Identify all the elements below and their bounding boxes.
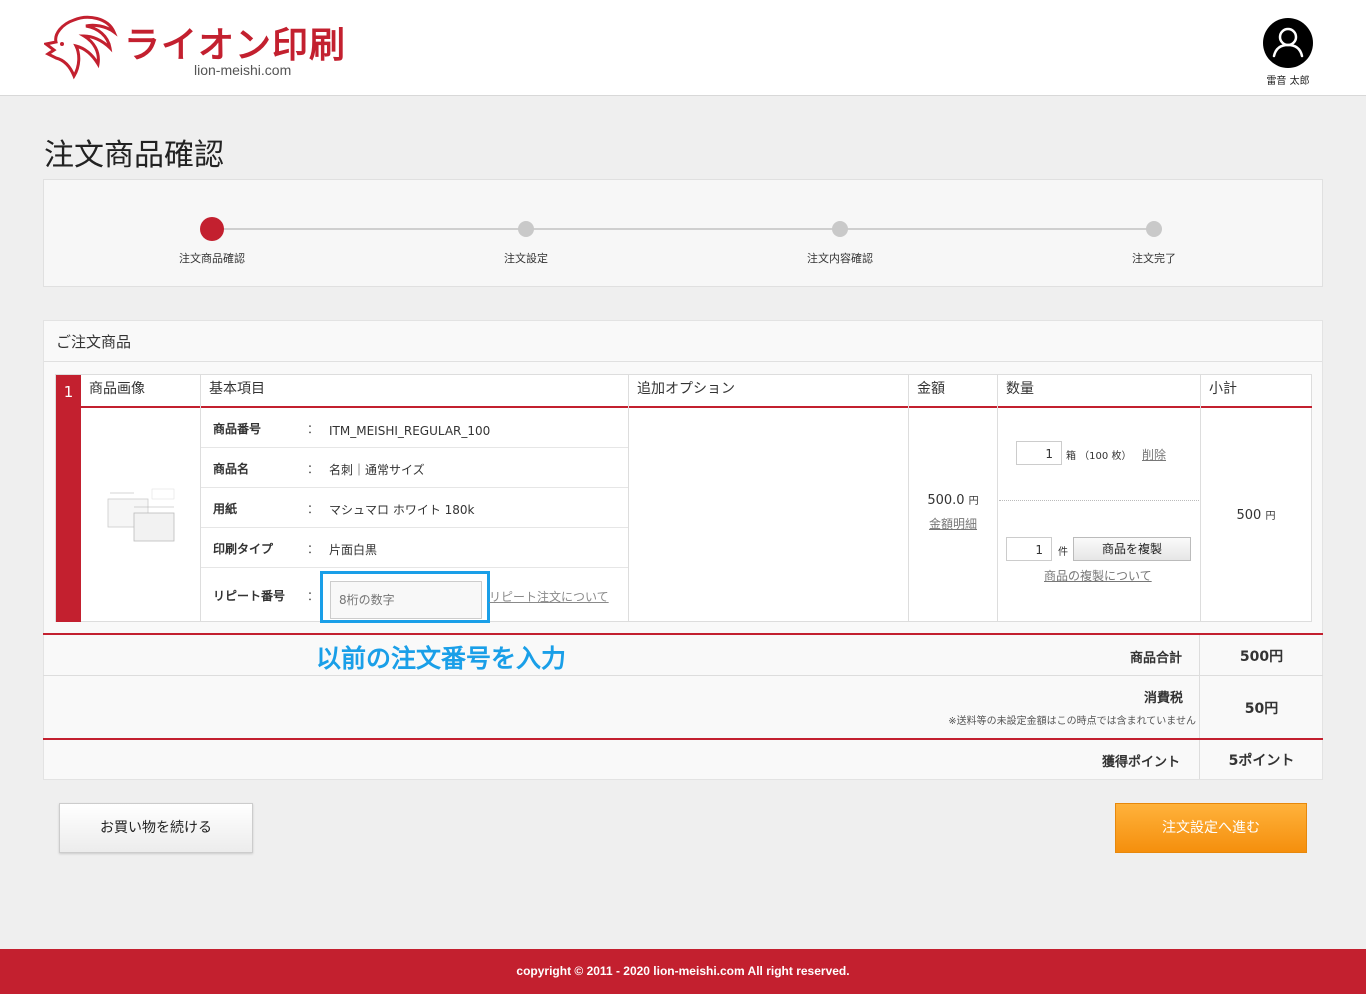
lion-logo-icon <box>44 15 118 80</box>
col-header-price: 金額 <box>917 381 945 397</box>
step-order-review: 注文内容確認 <box>760 180 920 280</box>
attr-row-product-no: 商品番号 ： ITM_MEISHI_REGULAR_100 <box>201 408 628 448</box>
points-label: 獲得ポイント <box>1102 755 1181 770</box>
duplicate-info-link[interactable]: 商品の複製について <box>1044 567 1152 584</box>
order-progress-steps: 注文商品確認 注文設定 注文内容確認 注文完了 <box>43 179 1323 287</box>
step-label: 注文設定 <box>504 252 548 265</box>
product-no-value: ITM_MEISHI_REGULAR_100 <box>329 424 491 438</box>
column-divider <box>1200 375 1201 622</box>
site-logo[interactable]: ライオン印刷 lion-meishi.com <box>44 14 374 84</box>
item-price: 500.0 円 <box>908 492 998 508</box>
user-name: 雷音 太郎 <box>1266 76 1310 87</box>
tax-label: 消費税 <box>1144 691 1184 706</box>
attr-row-print-type: 印刷タイプ ： 片面白黒 <box>201 528 628 568</box>
item-subtotal-unit: 円 <box>1265 511 1276 522</box>
order-item-table: 1 商品画像 基本項目 追加オプション 金額 数量 小計 商品番号 ： ITM_… <box>55 374 1312 623</box>
attr-colon: ： <box>307 589 320 603</box>
attr-label: 商品番号 <box>213 422 262 436</box>
attr-colon: ： <box>307 542 320 556</box>
tax-value: 50円 <box>1244 701 1279 717</box>
logo-text: ライオン印刷 <box>124 25 347 66</box>
attr-colon: ： <box>307 422 320 436</box>
attr-label: 印刷タイプ <box>213 542 274 556</box>
delete-item-link[interactable]: 削除 <box>1142 446 1166 463</box>
repeat-order-info-link[interactable]: リピート注文について <box>489 588 609 605</box>
summary-divider-red <box>43 738 1323 740</box>
user-avatar-icon[interactable] <box>1263 18 1313 68</box>
step-label: 注文商品確認 <box>179 252 245 265</box>
page-title: 注文商品確認 <box>44 138 224 173</box>
attr-label: リピート番号 <box>213 589 286 603</box>
step-label: 注文内容確認 <box>807 252 873 265</box>
logo-domain: lion-meishi.com <box>194 62 292 78</box>
item-price-value: 500.0 <box>927 493 965 508</box>
copy-quantity-unit: 件 <box>1058 547 1068 558</box>
step-cart-confirm: 注文商品確認 <box>132 180 292 280</box>
goods-total-value: 500円 <box>1239 649 1284 665</box>
box-quantity-unit: 箱 （100 枚） <box>1066 451 1132 462</box>
qty-divider <box>999 500 1199 501</box>
col-header-image: 商品画像 <box>89 381 145 397</box>
step-order-complete: 注文完了 <box>1074 180 1234 280</box>
summary-divider <box>43 675 1323 676</box>
goods-total-label: 商品合計 <box>1130 651 1183 666</box>
divider <box>44 361 1322 362</box>
item-price-unit: 円 <box>968 496 979 507</box>
item-subtotal: 500 円 <box>1201 507 1311 523</box>
column-divider <box>628 375 629 622</box>
attr-label: 商品名 <box>213 462 250 476</box>
proceed-order-settings-button[interactable]: 注文設定へ進む <box>1115 803 1307 853</box>
annotation-callout: 以前の注文番号を入力 <box>316 644 567 673</box>
step-order-settings: 注文設定 <box>446 180 606 280</box>
col-header-subtotal: 小計 <box>1209 381 1237 397</box>
step-dot <box>832 221 848 237</box>
attr-row-product-name: 商品名 ： 名刺｜通常サイズ <box>201 448 628 488</box>
duplicate-item-button[interactable]: 商品を複製 <box>1073 537 1191 561</box>
user-menu[interactable]: 雷音 太郎 <box>1258 18 1318 87</box>
progress-line <box>212 228 1155 230</box>
print-type-value: 片面白黒 <box>329 543 378 557</box>
summary-divider-red <box>43 633 1323 635</box>
panel-title: ご注文商品 <box>56 333 132 351</box>
col-header-basic: 基本項目 <box>209 381 265 397</box>
item-subtotal-value: 500 <box>1236 508 1262 523</box>
attr-row-paper: 用紙 ： マシュマロ ホワイト 180k <box>201 488 628 528</box>
paper-value: マシュマロ ホワイト 180k <box>329 503 475 517</box>
attr-colon: ： <box>307 502 320 516</box>
box-quantity-input[interactable]: 1 <box>1016 441 1062 465</box>
step-dot-active <box>200 217 224 241</box>
attr-colon: ： <box>307 462 320 476</box>
order-items-panel: ご注文商品 1 商品画像 基本項目 追加オプション 金額 数量 小計 商品番号 … <box>43 320 1323 780</box>
copy-quantity-input[interactable]: 1 <box>1006 537 1052 561</box>
attr-label: 用紙 <box>213 502 238 516</box>
product-name-value: 名刺｜通常サイズ <box>329 463 425 477</box>
col-header-qty: 数量 <box>1006 381 1034 397</box>
item-index: 1 <box>63 383 74 401</box>
site-header: ライオン印刷 lion-meishi.com 雷音 太郎 <box>0 0 1366 96</box>
tax-note: ※送料等の未設定金額はこの時点では含まれていません <box>948 716 1196 727</box>
item-index-bar: 1 <box>56 375 81 622</box>
step-dot <box>518 221 534 237</box>
points-value: 5ポイント <box>1228 753 1295 769</box>
price-detail-link[interactable]: 金額明細 <box>908 515 998 532</box>
col-header-option: 追加オプション <box>637 381 735 397</box>
step-label: 注文完了 <box>1132 252 1176 265</box>
step-dot <box>1146 221 1162 237</box>
site-footer: copyright © 2011 - 2020 lion-meishi.com … <box>0 949 1366 994</box>
product-thumbnail <box>107 488 175 542</box>
continue-shopping-button[interactable]: お買い物を続ける <box>59 803 253 853</box>
repeat-number-input[interactable] <box>330 581 482 619</box>
